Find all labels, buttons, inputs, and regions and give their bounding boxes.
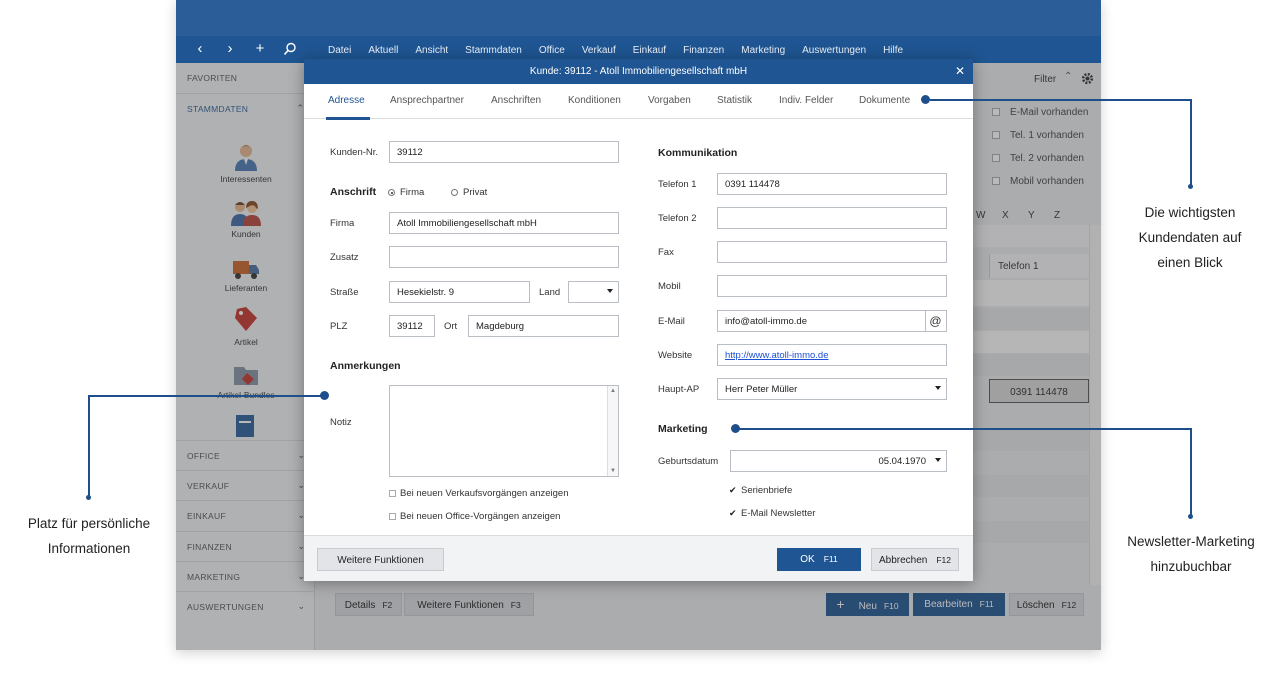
- telefon2-field[interactable]: [717, 207, 947, 229]
- annotation-line: [88, 395, 322, 397]
- menu-aktuell[interactable]: Aktuell: [368, 45, 398, 56]
- annotation-line: [738, 428, 1191, 430]
- dropdown-arrow-icon: [935, 386, 941, 390]
- scroll-up-icon[interactable]: ▲: [610, 388, 616, 394]
- email-field[interactable]: info@atoll-immo.de: [717, 310, 926, 332]
- anschrift-heading: Anschrift: [330, 186, 377, 198]
- mobil-field[interactable]: [717, 275, 947, 297]
- annotation-marker: [1188, 184, 1193, 189]
- radio-firma[interactable]: Firma: [388, 187, 424, 198]
- zusatz-label: Zusatz: [330, 252, 359, 263]
- website-link[interactable]: http://www.atoll-immo.de: [717, 344, 947, 366]
- dialog-title: Kunde: 39112 - Atoll Immobiliengesellsch…: [304, 59, 973, 84]
- fax-label: Fax: [658, 247, 674, 258]
- strasse-label: Straße: [330, 287, 359, 298]
- customer-dialog: Kunde: 39112 - Atoll Immobiliengesellsch…: [304, 59, 973, 581]
- annotation-newsletter: Newsletter-Marketing hinzubuchbar: [1127, 534, 1255, 574]
- annotation-line: [1190, 428, 1192, 516]
- telefon1-label: Telefon 1: [658, 179, 697, 190]
- menu-auswertungen[interactable]: Auswertungen: [802, 45, 866, 56]
- kunden-nr-field[interactable]: 39112: [389, 141, 619, 163]
- ort-label: Ort: [444, 321, 458, 332]
- menu-finanzen[interactable]: Finanzen: [683, 45, 724, 56]
- annotation-marker: [1188, 514, 1193, 519]
- menu-hilfe[interactable]: Hilfe: [883, 45, 903, 56]
- back-icon[interactable]: ‹: [191, 40, 209, 58]
- tab-dokumente[interactable]: Dokumente: [859, 95, 910, 106]
- menu-einkauf[interactable]: Einkauf: [633, 45, 666, 56]
- anmerkungen-heading: Anmerkungen: [330, 360, 401, 372]
- haupt-ap-select[interactable]: Herr Peter Müller: [717, 378, 947, 400]
- scroll-down-icon[interactable]: ▼: [610, 468, 616, 474]
- mobil-label: Mobil: [658, 281, 681, 292]
- dialog-tabs: Adresse Ansprechpartner Anschriften Kond…: [304, 84, 973, 120]
- send-email-icon[interactable]: @: [925, 310, 947, 332]
- tab-adresse[interactable]: Adresse: [328, 95, 365, 106]
- annotation-personal-info: Platz für persönliche Informationen: [27, 516, 151, 556]
- geburtsdatum-label: Geburtsdatum: [658, 456, 719, 467]
- firma-label: Firma: [330, 218, 355, 229]
- land-select[interactable]: [568, 281, 619, 303]
- annotation-overview: Die wichtigsten Kundendaten auf einen Bl…: [1138, 205, 1242, 270]
- strasse-field[interactable]: Hesekielstr. 9: [389, 281, 530, 303]
- kunden-nr-label: Kunden-Nr.: [330, 147, 379, 158]
- tab-indiv-felder[interactable]: Indiv. Felder: [779, 95, 833, 106]
- scrollbar[interactable]: ▲ ▼: [607, 386, 618, 476]
- menu-stammdaten[interactable]: Stammdaten: [465, 45, 522, 56]
- weitere-funktionen-button[interactable]: Weitere Funktionen: [317, 548, 444, 571]
- fax-field[interactable]: [717, 241, 947, 263]
- radio-privat[interactable]: Privat: [451, 187, 487, 198]
- marketing-heading: Marketing: [658, 423, 708, 435]
- annotation-line: [1190, 99, 1192, 186]
- haupt-ap-label: Haupt-AP: [658, 384, 700, 395]
- geburtsdatum-field[interactable]: 05.04.1970: [730, 450, 947, 472]
- plz-label: PLZ: [330, 321, 348, 332]
- ort-field[interactable]: Magdeburg: [468, 315, 619, 337]
- menu-verkauf[interactable]: Verkauf: [582, 45, 616, 56]
- tab-ansprechpartner[interactable]: Ansprechpartner: [390, 95, 464, 106]
- annotation-marker: [921, 95, 930, 104]
- check-icon: ✔: [729, 508, 737, 518]
- notiz-label: Notiz: [330, 417, 352, 428]
- plz-field[interactable]: 39112: [389, 315, 435, 337]
- abbrechen-button[interactable]: Abbrechen F12: [871, 548, 959, 571]
- menu-datei[interactable]: Datei: [328, 45, 351, 56]
- notiz-textarea[interactable]: ▲ ▼: [389, 385, 619, 477]
- dropdown-arrow-icon: [935, 458, 941, 462]
- menu-items: Datei Aktuell Ansicht Stammdaten Office …: [328, 45, 920, 56]
- forward-icon[interactable]: ›: [221, 40, 239, 58]
- tab-vorgaben[interactable]: Vorgaben: [648, 95, 691, 106]
- app-title-bar: [176, 0, 1101, 36]
- zusatz-field[interactable]: [389, 246, 619, 268]
- telefon2-label: Telefon 2: [658, 213, 697, 224]
- annotation-marker: [86, 495, 91, 500]
- tab-konditionen[interactable]: Konditionen: [568, 95, 621, 106]
- tab-anschriften[interactable]: Anschriften: [491, 95, 541, 106]
- checkbox-email-newsletter[interactable]: ✔ E-Mail Newsletter: [729, 508, 815, 519]
- email-label: E-Mail: [658, 316, 685, 327]
- annotation-line: [88, 395, 90, 497]
- telefon1-field[interactable]: 0391 114478: [717, 173, 947, 195]
- menu-marketing[interactable]: Marketing: [741, 45, 785, 56]
- menu-office[interactable]: Office: [539, 45, 565, 56]
- menu-ansicht[interactable]: Ansicht: [415, 45, 448, 56]
- close-icon[interactable]: ✕: [955, 59, 965, 84]
- check-icon: ✔: [729, 485, 737, 495]
- website-label: Website: [658, 350, 693, 361]
- add-icon[interactable]: +: [251, 40, 269, 58]
- checkbox-office[interactable]: Bei neuen Office-Vorgängen anzeigen: [389, 511, 560, 522]
- firma-field[interactable]: Atoll Immobiliengesellschaft mbH: [389, 212, 619, 234]
- kommunikation-heading: Kommunikation: [658, 147, 738, 159]
- ok-button[interactable]: OK F11: [777, 548, 861, 571]
- annotation-line: [930, 99, 1191, 101]
- land-label: Land: [539, 287, 561, 298]
- dialog-footer: Weitere Funktionen OK F11 Abbrechen F12: [304, 535, 973, 581]
- search-icon[interactable]: [281, 40, 299, 58]
- dropdown-arrow-icon: [607, 289, 613, 293]
- tab-statistik[interactable]: Statistik: [717, 95, 752, 106]
- checkbox-verkauf[interactable]: Bei neuen Verkaufsvorgängen anzeigen: [389, 488, 569, 499]
- active-tab-indicator: [326, 117, 370, 120]
- checkbox-serienbriefe[interactable]: ✔ Serienbriefe: [729, 485, 792, 496]
